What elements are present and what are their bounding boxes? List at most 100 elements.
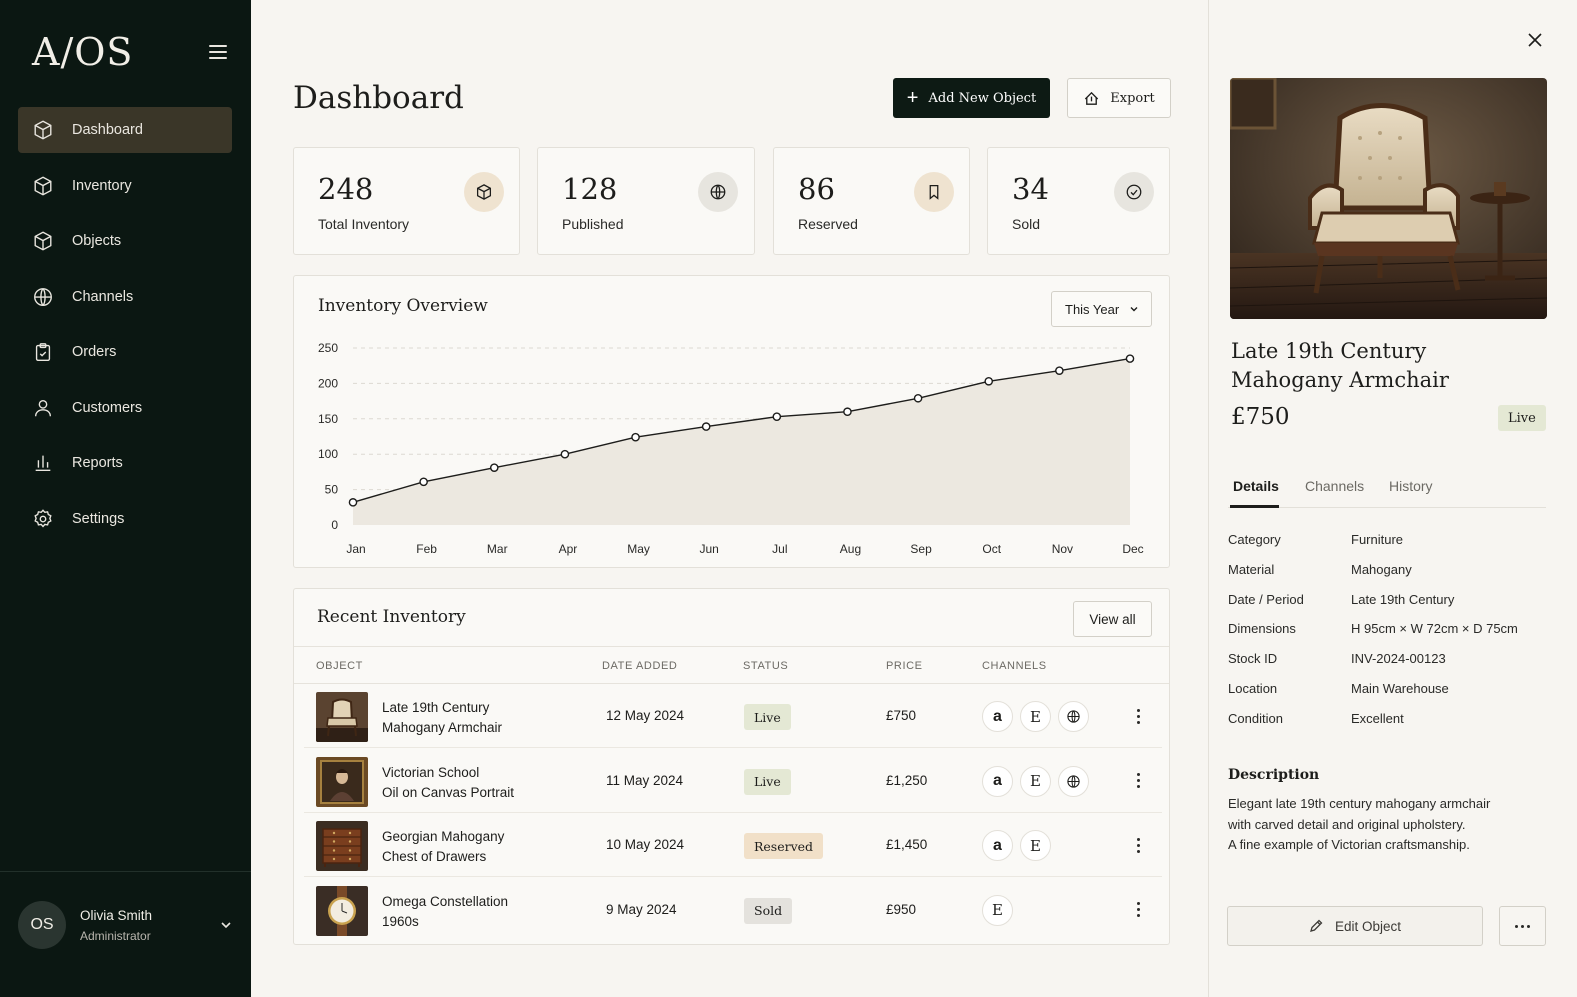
data-point <box>419 477 428 487</box>
channel-website-icon[interactable] <box>1058 701 1089 732</box>
chevron-down-icon[interactable] <box>219 918 233 932</box>
data-point <box>984 376 994 386</box>
edit-object-label: Edit Object <box>1334 918 1402 934</box>
sidebar-item-orders[interactable]: Orders <box>18 329 232 375</box>
tab-details[interactable]: Details <box>1233 478 1279 494</box>
object-name[interactable]: Late 19th Century Mahogany Armchair <box>382 698 582 738</box>
channel-etsy-icon[interactable]: E <box>982 894 1013 926</box>
stat-label: Sold <box>1012 216 1041 232</box>
description-line: Elegant late 19th century mahogany armch… <box>1228 796 1491 811</box>
stat-card-total-inventory: 248 Total Inventory <box>293 147 520 255</box>
detail-value: Late 19th Century <box>1351 591 1455 607</box>
channel-list: aE <box>982 765 1089 797</box>
row-actions-icon[interactable] <box>1130 706 1146 726</box>
price: £1,250 <box>886 772 928 788</box>
status-badge: Reserved <box>744 833 824 859</box>
object-name[interactable]: Georgian Mahogany Chest of Drawers <box>382 827 582 867</box>
add-new-object-button[interactable]: + Add New Object <box>893 78 1050 118</box>
sidebar-item-dashboard[interactable]: Dashboard <box>18 107 232 153</box>
detail-value: Main Warehouse <box>1351 681 1449 696</box>
app-logo: A/OS <box>32 30 134 74</box>
channel-etsy-icon[interactable]: E <box>1020 701 1051 732</box>
gear-icon <box>34 508 52 527</box>
object-name[interactable]: Omega Constellation 1960s <box>382 892 582 932</box>
object-name-line: Omega Constellation <box>382 893 509 909</box>
table-row[interactable]: Late 19th Century Mahogany Armchair 12 M… <box>304 684 1162 748</box>
y-tick-label: 200 <box>318 376 338 390</box>
x-tick-label: Dec <box>1122 542 1143 556</box>
stat-card-published: 128 Published <box>537 147 755 255</box>
data-point <box>560 449 570 459</box>
detail-key: Stock ID <box>1228 651 1278 667</box>
object-name-line: Late 19th Century <box>382 700 490 715</box>
detail-tabs: Details Channels History <box>1228 470 1546 508</box>
channel-amazon-icon[interactable]: a <box>982 765 1013 797</box>
globe-icon <box>34 287 52 306</box>
sidebar-item-channels[interactable]: Channels <box>18 274 232 320</box>
avatar: OS <box>18 901 66 949</box>
object-price: £750 <box>1231 404 1290 430</box>
object-name-line: Oil on Canvas Portrait <box>382 784 515 800</box>
page-title: Dashboard <box>293 80 464 116</box>
status-badge: Live <box>744 704 791 730</box>
user-menu[interactable]: OS Olivia Smith Administrator <box>18 900 233 950</box>
row-actions-icon[interactable] <box>1130 771 1146 791</box>
object-thumbnail <box>316 756 368 807</box>
channel-website-icon[interactable] <box>1058 765 1089 797</box>
column-header: STATUS <box>743 660 789 672</box>
tab-channels[interactable]: Channels <box>1305 478 1364 494</box>
object-image <box>1230 78 1547 319</box>
close-icon[interactable] <box>1526 31 1544 49</box>
object-title-line: Mahogany Armchair <box>1231 368 1449 392</box>
table-row[interactable]: Victorian School Oil on Canvas Portrait … <box>304 749 1162 813</box>
stat-card-sold: 34 Sold <box>987 147 1170 255</box>
channel-etsy-icon[interactable]: E <box>1020 830 1051 861</box>
view-all-button[interactable]: View all <box>1073 601 1152 637</box>
user-role: Administrator <box>80 928 151 943</box>
sidebar-item-label: Objects <box>72 233 122 249</box>
channel-amazon-icon[interactable]: a <box>982 830 1013 861</box>
sidebar-item-label: Customers <box>72 399 143 416</box>
tab-history[interactable]: History <box>1389 478 1433 494</box>
detail-key: Location <box>1228 681 1278 696</box>
sidebar-item-label: Channels <box>72 288 134 305</box>
cube-icon <box>34 176 52 195</box>
status-badge: Sold <box>744 897 793 924</box>
detail-value: INV-2024-00123 <box>1351 651 1446 667</box>
pencil-icon <box>1310 919 1323 932</box>
price: £750 <box>886 708 917 723</box>
x-tick-label: Apr <box>559 542 578 556</box>
sidebar-item-inventory[interactable]: Inventory <box>18 163 232 209</box>
table-row[interactable]: Georgian Mahogany Chest of Drawers 10 Ma… <box>304 813 1162 877</box>
sidebar-nav: Dashboard Inventory Objects Channels Ord… <box>18 107 232 551</box>
detail-key: Date / Period <box>1228 591 1304 607</box>
column-header: CHANNELS <box>982 660 1047 672</box>
export-button[interactable]: Export <box>1067 78 1171 118</box>
channel-etsy-icon[interactable]: E <box>1020 765 1051 797</box>
object-name[interactable]: Victorian School Oil on Canvas Portrait <box>382 763 582 803</box>
row-actions-icon[interactable] <box>1130 900 1146 920</box>
channel-list: E <box>982 894 1013 926</box>
date-added: 10 May 2024 <box>606 837 685 852</box>
sidebar-item-settings[interactable]: Settings <box>18 496 232 542</box>
bookmark-icon <box>914 172 954 212</box>
table-row[interactable]: Omega Constellation 1960s 9 May 2024 Sol… <box>304 878 1162 942</box>
x-tick-label: Nov <box>1052 542 1073 556</box>
table-header: OBJECT DATE ADDED STATUS PRICE CHANNELS <box>294 646 1169 684</box>
detail-key: Dimensions <box>1228 621 1296 637</box>
channel-amazon-icon[interactable]: a <box>982 701 1013 732</box>
price: £950 <box>886 901 917 917</box>
date-added: 12 May 2024 <box>606 708 685 723</box>
more-options-button[interactable] <box>1499 906 1546 946</box>
sidebar-item-customers[interactable]: Customers <box>18 385 232 431</box>
menu-icon[interactable] <box>209 45 227 59</box>
data-point <box>1125 354 1135 363</box>
sidebar-item-reports[interactable]: Reports <box>18 440 232 486</box>
sidebar-item-objects[interactable]: Objects <box>18 218 232 264</box>
edit-object-button[interactable]: Edit Object <box>1227 906 1483 946</box>
cube-icon <box>464 172 504 212</box>
user-icon <box>34 399 52 416</box>
y-tick-label: 50 <box>325 483 339 497</box>
inventory-chart: 0 50 100 150 200 250 Jan Feb Mar Apr May Jun Jul Aug S… <box>318 341 1144 556</box>
row-actions-icon[interactable] <box>1130 835 1146 855</box>
